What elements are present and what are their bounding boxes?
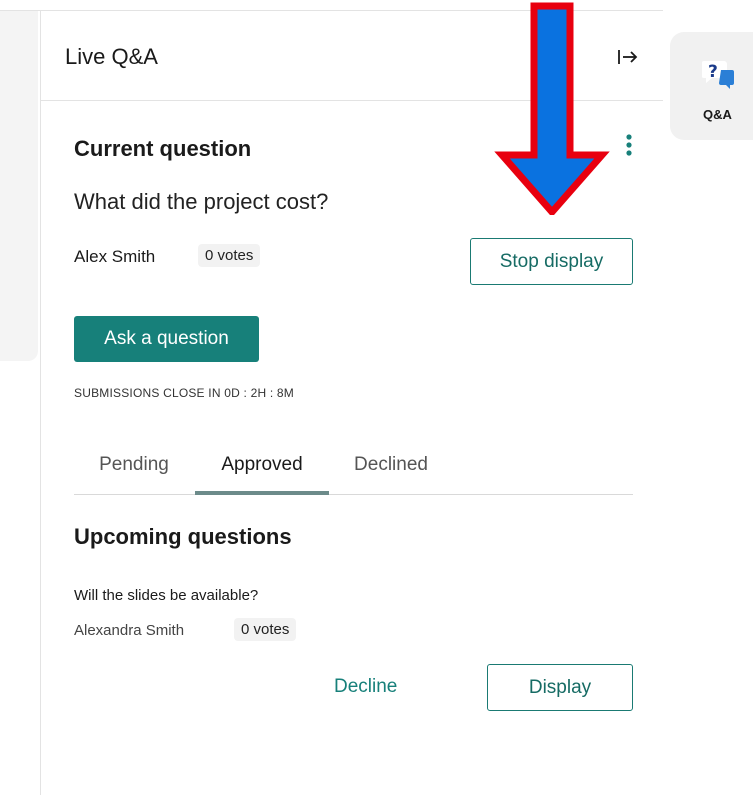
current-question-author: Alex Smith [74,247,156,266]
collapse-panel-button[interactable] [609,41,645,73]
stop-display-button[interactable]: Stop display [470,238,633,285]
kebab-menu-icon [626,134,632,156]
upcoming-questions-heading: Upcoming questions [74,524,292,549]
active-tab-indicator [195,491,329,495]
qa-rail-label: Q&A [703,107,732,122]
upcoming-question-votes: 0 votes [234,618,297,641]
tab-pending[interactable]: Pending [94,454,174,494]
submissions-countdown: SUBMISSIONS CLOSE IN 0D : 2H : 8M [74,386,294,400]
tab-declined[interactable]: Declined [346,454,436,494]
svg-text:?: ? [708,62,718,82]
qa-rail-tab[interactable]: ? Q&A [670,32,753,140]
upcoming-question-text: Will the slides be available? [74,587,259,604]
display-button[interactable]: Display [487,664,633,711]
decline-button[interactable]: Decline [334,676,397,698]
collapse-right-icon [618,50,638,64]
down-arrow-annotation-icon [494,2,610,215]
ask-question-button[interactable]: Ask a question [74,316,259,362]
panel-title: Live Q&A [65,44,158,69]
question-menu-button[interactable] [619,131,639,163]
current-question-votes: 0 votes [198,244,261,267]
left-gutter-shade [0,11,38,361]
current-question-heading: Current question [74,136,252,161]
current-question-text: What did the project cost? [74,189,329,214]
tab-approved[interactable]: Approved [195,454,329,494]
upcoming-question-author: Alexandra Smith [74,622,185,639]
page: Live Q&A Current question What did the p… [0,0,753,795]
question-tabs: Pending Approved Declined [74,446,633,495]
qa-chat-icon: ? [702,61,734,89]
